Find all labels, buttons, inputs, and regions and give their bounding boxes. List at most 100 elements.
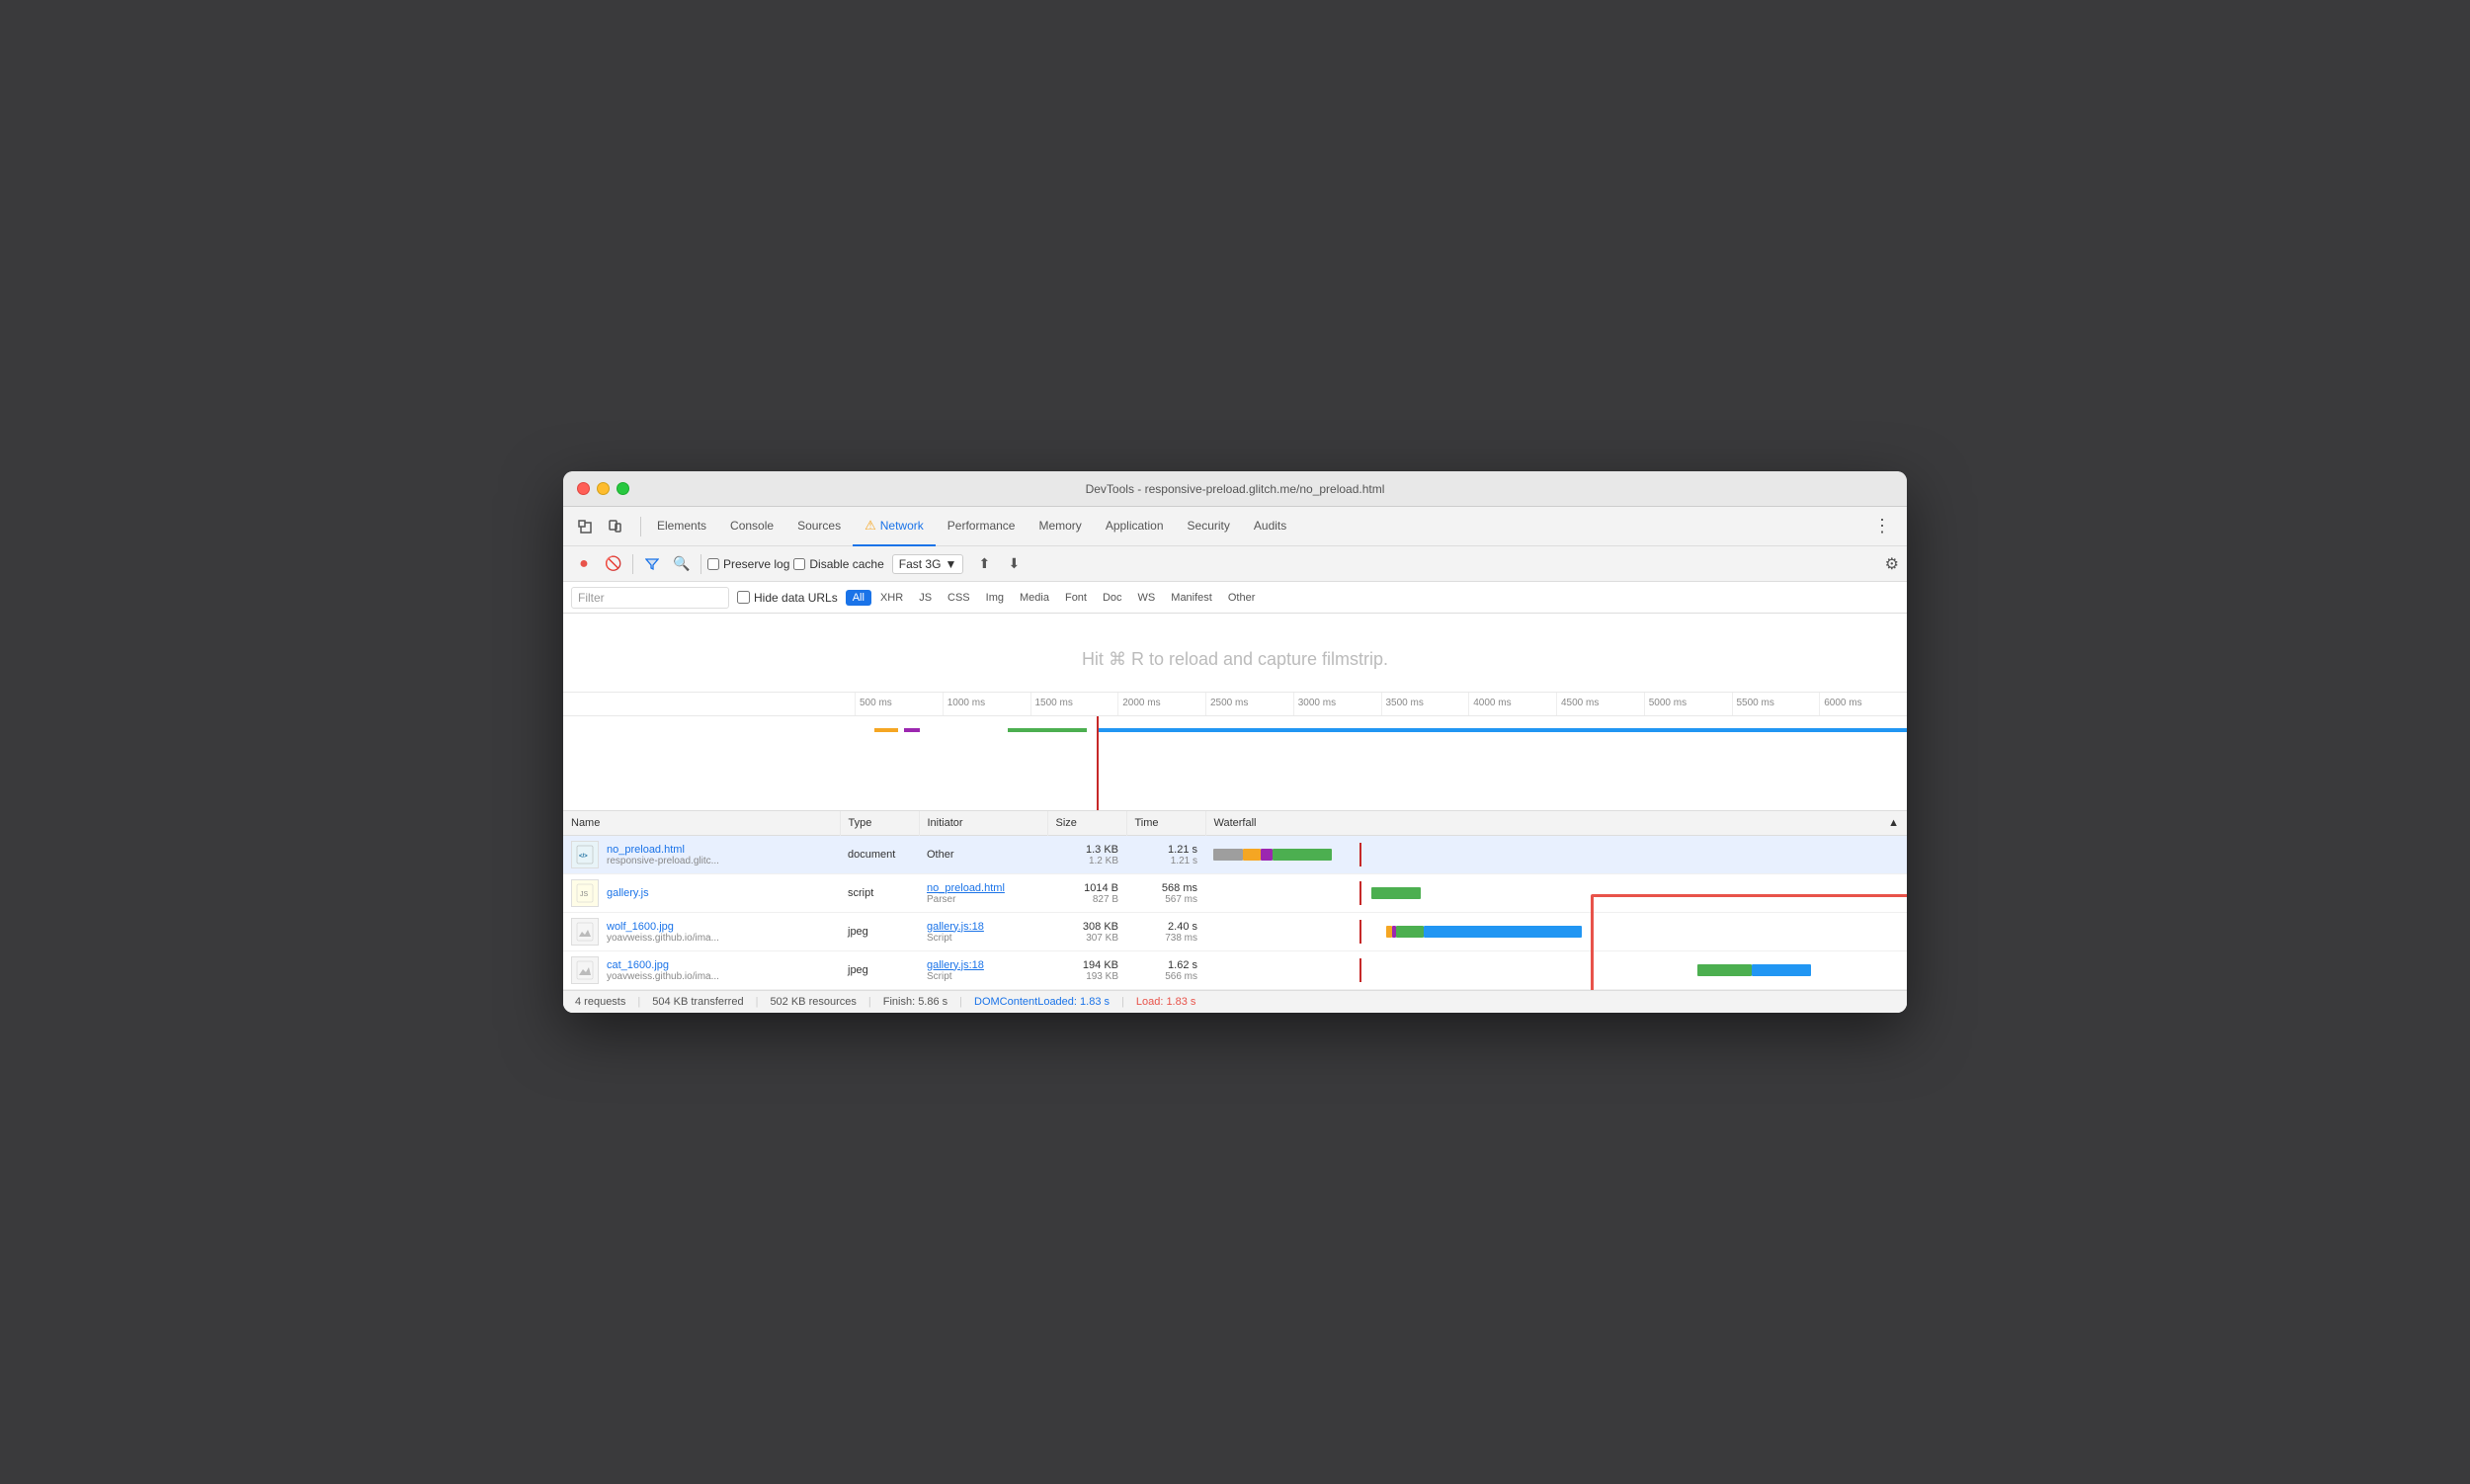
file-icon-html: </> xyxy=(571,841,599,868)
time-cell-2: 2.40 s 738 ms xyxy=(1126,913,1205,951)
timeline-tick: 6000 ms xyxy=(1819,693,1907,715)
traffic-lights xyxy=(577,482,629,495)
tab-performance[interactable]: Performance xyxy=(936,507,1028,546)
waterfall-cell-0 xyxy=(1205,836,1907,874)
table-row[interactable]: cat_1600.jpg yoavweiss.github.io/ima... … xyxy=(563,951,1907,990)
wf-bar-blue xyxy=(1752,964,1811,976)
more-tabs-icon[interactable]: ⋮ xyxy=(1865,516,1899,536)
title-bar: DevTools - responsive-preload.glitch.me/… xyxy=(563,471,1907,507)
filter-type-img[interactable]: Img xyxy=(979,590,1011,606)
nav-divider xyxy=(640,517,641,536)
filter-type-doc[interactable]: Doc xyxy=(1096,590,1129,606)
table-row[interactable]: wolf_1600.jpg yoavweiss.github.io/ima...… xyxy=(563,913,1907,951)
clear-button[interactable]: 🚫 xyxy=(601,551,626,577)
tab-security[interactable]: Security xyxy=(1176,507,1242,546)
wf-bar-green xyxy=(1371,887,1421,899)
col-header-time[interactable]: Time xyxy=(1126,811,1205,836)
devtools-body: Elements Console Sources ⚠ Network Perfo… xyxy=(563,507,1907,1013)
filter-type-ws[interactable]: WS xyxy=(1131,590,1163,606)
hide-data-urls-checkbox[interactable]: Hide data URLs xyxy=(737,591,838,605)
col-header-waterfall[interactable]: Waterfall ▲ xyxy=(1205,811,1907,836)
timeline-bar-orange xyxy=(874,728,898,732)
timeline-tick: 500 ms xyxy=(855,693,943,715)
file-icon-js: JS xyxy=(571,879,599,907)
filter-input[interactable] xyxy=(571,587,729,609)
timeline-tick: 2000 ms xyxy=(1117,693,1205,715)
initiator-cell-1: no_preload.html Parser xyxy=(919,874,1047,913)
filter-type-font[interactable]: Font xyxy=(1058,590,1094,606)
upload-icon[interactable]: ⬆ xyxy=(971,551,997,577)
sort-icon: ▲ xyxy=(1888,817,1899,829)
warning-icon: ⚠ xyxy=(864,518,876,534)
table-row[interactable]: </> no_preload.html responsive-preload.g… xyxy=(563,836,1907,874)
inspect-element-icon[interactable] xyxy=(571,513,599,540)
col-header-type[interactable]: Type xyxy=(840,811,919,836)
wf-bar-green xyxy=(1697,964,1752,976)
close-button[interactable] xyxy=(577,482,590,495)
file-icon-img xyxy=(571,918,599,946)
tab-memory[interactable]: Memory xyxy=(1027,507,1093,546)
table-row[interactable]: JS gallery.js script no_preload.html Par… xyxy=(563,874,1907,913)
filter-type-media[interactable]: Media xyxy=(1013,590,1056,606)
file-name-cell: JS gallery.js xyxy=(563,874,840,913)
preserve-log-checkbox[interactable]: Preserve log xyxy=(707,557,789,571)
timeline-tick: 3500 ms xyxy=(1381,693,1469,715)
throttle-select[interactable]: Fast 3G ▼ xyxy=(892,554,964,574)
col-header-size[interactable]: Size xyxy=(1047,811,1126,836)
device-toolbar-icon[interactable] xyxy=(601,513,628,540)
wf-vertical-line xyxy=(1359,958,1361,982)
filter-type-xhr[interactable]: XHR xyxy=(873,590,910,606)
toolbar-divider-2 xyxy=(700,554,701,574)
nav-bar: Elements Console Sources ⚠ Network Perfo… xyxy=(563,507,1907,546)
tab-sources[interactable]: Sources xyxy=(785,507,853,546)
filter-type-css[interactable]: CSS xyxy=(941,590,977,606)
time-cell-3: 1.62 s 566 ms xyxy=(1126,951,1205,990)
timeline-area: 500 ms 1000 ms 1500 ms 2000 ms 2500 ms 3… xyxy=(563,693,1907,811)
download-icon[interactable]: ⬇ xyxy=(1001,551,1027,577)
size-cell-2: 308 KB 307 KB xyxy=(1047,913,1126,951)
filter-icon[interactable] xyxy=(639,551,665,577)
finish-time: Finish: 5.86 s xyxy=(883,996,947,1008)
wf-bar-stall xyxy=(1213,849,1243,861)
size-cell-1: 1014 B 827 B xyxy=(1047,874,1126,913)
filter-type-other[interactable]: Other xyxy=(1221,590,1263,606)
timeline-tick: 1500 ms xyxy=(1030,693,1118,715)
maximize-button[interactable] xyxy=(617,482,629,495)
devtools-window: DevTools - responsive-preload.glitch.me/… xyxy=(563,471,1907,1013)
type-cell-2: jpeg xyxy=(840,913,919,951)
size-cell-0: 1.3 KB 1.2 KB xyxy=(1047,836,1126,874)
tab-elements[interactable]: Elements xyxy=(645,507,718,546)
upload-download-icons: ⬆ ⬇ xyxy=(971,551,1027,577)
toolbar-divider-1 xyxy=(632,554,633,574)
svg-text:JS: JS xyxy=(580,891,589,898)
settings-icon[interactable]: ⚙ xyxy=(1885,554,1899,574)
search-icon[interactable]: 🔍 xyxy=(669,551,695,577)
svg-text:</>: </> xyxy=(579,854,588,860)
filter-bar: Hide data URLs All XHR JS CSS Img Media … xyxy=(563,582,1907,614)
filter-type-manifest[interactable]: Manifest xyxy=(1164,590,1219,606)
tab-network[interactable]: ⚠ Network xyxy=(853,507,936,546)
disable-cache-checkbox[interactable]: Disable cache xyxy=(793,557,883,571)
tab-audits[interactable]: Audits xyxy=(1242,507,1298,546)
timeline-tick: 2500 ms xyxy=(1205,693,1293,715)
network-table-container[interactable]: Name Type Initiator Size Time Waterfall … xyxy=(563,811,1907,990)
filter-type-all[interactable]: All xyxy=(846,590,871,606)
col-header-name[interactable]: Name xyxy=(563,811,840,836)
resources-size: 502 KB resources xyxy=(770,996,856,1008)
tab-application[interactable]: Application xyxy=(1094,507,1176,546)
waterfall-cell-1 xyxy=(1205,874,1907,913)
initiator-cell-3: gallery.js:18 Script xyxy=(919,951,1047,990)
minimize-button[interactable] xyxy=(597,482,610,495)
network-table: Name Type Initiator Size Time Waterfall … xyxy=(563,811,1907,990)
timeline-tick: 3000 ms xyxy=(1293,693,1381,715)
file-icon-img xyxy=(571,956,599,984)
timeline-tick: 5500 ms xyxy=(1732,693,1820,715)
col-header-initiator[interactable]: Initiator xyxy=(919,811,1047,836)
table-header-row: Name Type Initiator Size Time Waterfall … xyxy=(563,811,1907,836)
nav-tabs: Elements Console Sources ⚠ Network Perfo… xyxy=(645,507,1865,546)
filter-type-js[interactable]: JS xyxy=(912,590,939,606)
record-button[interactable]: ● xyxy=(571,551,597,577)
tab-console[interactable]: Console xyxy=(718,507,785,546)
filmstrip-hint: Hit ⌘ R to reload and capture filmstrip. xyxy=(1082,649,1388,670)
size-cell-3: 194 KB 193 KB xyxy=(1047,951,1126,990)
